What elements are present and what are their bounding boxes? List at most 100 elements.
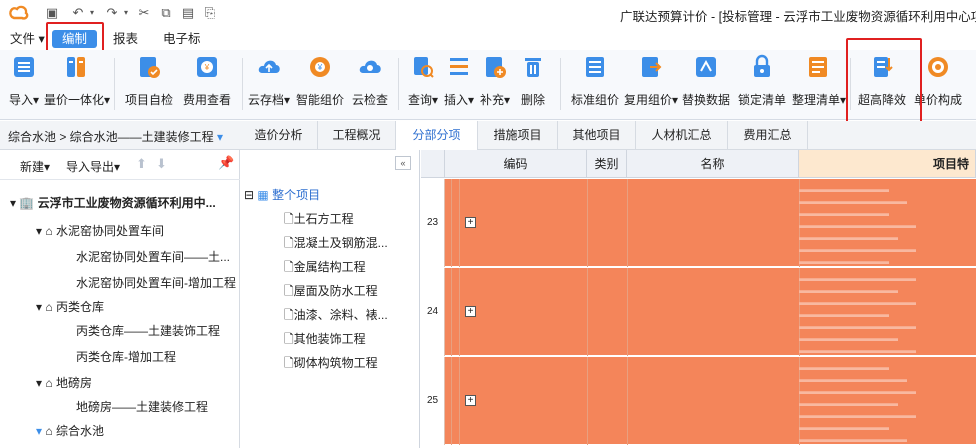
window-title: 广联达预算计价 - [投标管理 - 云浮市工业废物资源循环利用中心项 bbox=[620, 10, 976, 24]
tree-node-roof-waterproof[interactable]: 🗋屋面及防水工程 bbox=[284, 282, 378, 303]
document-icon: 🗋 bbox=[284, 212, 294, 226]
expand-icon[interactable]: + bbox=[465, 306, 476, 317]
chevron-down-icon: ▾ bbox=[284, 93, 291, 107]
copy-icon[interactable]: ⧉ bbox=[158, 5, 174, 21]
breadcrumb[interactable]: 综合水池 > 综合水池——土建装修工程 ▾ bbox=[8, 128, 223, 145]
column-header-name[interactable]: 名称 bbox=[627, 150, 799, 178]
move-down-icon[interactable]: ⬇ bbox=[156, 156, 167, 172]
tree-node-cement-workshop-civil[interactable]: 水泥窑协同处置车间——土... bbox=[76, 248, 230, 265]
cloud-save-icon bbox=[258, 60, 280, 73]
menu-report[interactable]: 报表 bbox=[113, 30, 138, 48]
column-header-feature[interactable]: 项目特征 bbox=[799, 150, 976, 199]
high-rise-highlight-box bbox=[846, 38, 922, 124]
table-row[interactable]: 23 + ▬▬▬▬▬▬▬▬▬▬ ▬▬▬▬▬▬▬▬▬▬▬▬ ▬▬▬▬▬▬▬▬▬▬ ▬▬▬… bbox=[421, 179, 976, 267]
ribbon-toolbar: 导入▾ 量价一体化▾ 项目自检 ¥ 费用查看 云存档▾ ¥ 智能组价 云检查 查… bbox=[0, 50, 976, 120]
cloud-save-button[interactable]: 云存档▾ bbox=[248, 54, 290, 114]
smart-pricing-icon: ¥ bbox=[310, 57, 330, 77]
tab-other-items[interactable]: 其他项目 bbox=[558, 121, 636, 150]
building-icon: 🏢 bbox=[19, 196, 35, 210]
ribbon-separator bbox=[114, 58, 115, 110]
tree-node-masonry[interactable]: 🗋砌体构筑物工程 bbox=[284, 354, 378, 375]
delete-button[interactable]: 删除 bbox=[518, 54, 548, 114]
quantity-price-label: 量价一体化 bbox=[44, 93, 105, 107]
tab-cost-analysis[interactable]: 造价分析 bbox=[240, 121, 318, 150]
document-icon: 🗋 bbox=[284, 236, 294, 250]
cut-icon[interactable]: ✂ bbox=[136, 5, 152, 21]
tab-measures[interactable]: 措施项目 bbox=[478, 121, 558, 150]
import-export-button[interactable]: 导入导出▾ bbox=[66, 158, 120, 175]
tree-node-whole-project[interactable]: ⊟ ▦ 整个项目 bbox=[244, 186, 320, 203]
tab-fee-summary[interactable]: 费用汇总 bbox=[728, 121, 808, 150]
title-bar: ▣ ↶ ▾ ↷ ▾ ✂ ⧉ ▤ ⎘ 广联达预算计价 - [投标管理 - 云浮市工… bbox=[0, 0, 976, 26]
chevron-down-icon: ▾ bbox=[32, 93, 40, 107]
menu-etender[interactable]: 电子标 bbox=[163, 30, 201, 48]
query-label: 查询 bbox=[408, 93, 433, 107]
organize-list-icon bbox=[809, 57, 827, 77]
tree-node-weighbridge-civil[interactable]: 地磅房——土建装修工程 bbox=[76, 398, 208, 415]
tab-project-overview[interactable]: 工程概况 bbox=[318, 121, 396, 150]
import-button[interactable]: 导入▾ bbox=[8, 54, 40, 114]
quantity-price-icon bbox=[67, 57, 85, 77]
bill-grid: 编码 类别 名称 项目特征 23 + ▬▬▬▬▬▬▬▬▬▬▬▬▬▬▬▬▬▬▬▬▬… bbox=[421, 150, 976, 448]
tab-labor-material-summary[interactable]: 人材机汇总 bbox=[636, 121, 728, 150]
collapse-panel-icon[interactable]: « bbox=[395, 156, 411, 170]
quantity-price-button[interactable]: 量价一体化▾ bbox=[44, 54, 110, 114]
tree-node-other-decoration[interactable]: 🗋其他装饰工程 bbox=[284, 330, 366, 351]
insert-button[interactable]: 插入▾ bbox=[444, 54, 474, 114]
expand-icon[interactable]: + bbox=[465, 217, 476, 228]
table-row[interactable]: 25 + ▬▬▬▬▬▬▬▬▬▬ ▬▬▬▬▬▬▬▬▬▬▬▬ ▬▬▬▬▬▬▬▬▬▬▬▬▬… bbox=[421, 357, 976, 445]
smart-pricing-button[interactable]: ¥ 智能组价 bbox=[294, 54, 346, 114]
project-tree-panel: 新建▾ 导入导出▾ ⬆ ⬇ 📌 ▾ 🏢 云浮市工业废物资源循环利用中... ▾ … bbox=[0, 150, 240, 448]
svg-text:¥: ¥ bbox=[204, 63, 210, 72]
reuse-pricing-icon bbox=[642, 57, 662, 77]
standard-pricing-button[interactable]: 标准组价 bbox=[570, 54, 620, 114]
tree-node-warehouse-extra[interactable]: 丙类仓库-增加工程 bbox=[76, 348, 176, 365]
undo-dropdown-icon[interactable]: ▾ bbox=[84, 5, 100, 21]
query-button[interactable]: 查询▾ bbox=[408, 54, 438, 114]
tree-node-earthwork[interactable]: 🗋土石方工程 bbox=[284, 210, 354, 231]
supplement-button[interactable]: 补充▾ bbox=[480, 54, 510, 114]
tabs-bar: 造价分析 工程概况 分部分项 措施项目 其他项目 人材机汇总 费用汇总 bbox=[240, 121, 976, 150]
format-painter-icon[interactable]: ⎘ bbox=[202, 5, 218, 21]
query-icon bbox=[414, 57, 434, 78]
fee-view-button[interactable]: ¥ 费用查看 bbox=[180, 54, 234, 114]
column-header-code[interactable]: 编码 bbox=[445, 150, 587, 178]
replace-data-button[interactable]: 替换数据 bbox=[680, 54, 732, 114]
delete-icon bbox=[525, 58, 541, 77]
column-header-type[interactable]: 类别 bbox=[587, 150, 627, 178]
fee-view-label: 费用查看 bbox=[182, 93, 231, 107]
tree-node-cement-workshop[interactable]: ▾ ⌂ 水泥窑协同处置车间 bbox=[36, 222, 164, 239]
organize-list-button[interactable]: 整理清单▾ bbox=[792, 54, 846, 114]
tab-division-items[interactable]: 分部分项 bbox=[396, 121, 478, 150]
paste-icon[interactable]: ▤ bbox=[180, 5, 196, 21]
lock-list-button[interactable]: 锁定清单 bbox=[736, 54, 788, 114]
fee-view-icon: ¥ bbox=[197, 57, 217, 77]
pin-icon[interactable]: 📌 bbox=[218, 155, 234, 171]
redo-dropdown-icon[interactable]: ▾ bbox=[118, 5, 134, 21]
menu-file[interactable]: 文件 ▾ bbox=[10, 30, 45, 48]
tree-node-concrete[interactable]: 🗋混凝土及钢筋混... bbox=[284, 234, 388, 255]
supplement-label: 补充 bbox=[480, 93, 505, 107]
home-icon: ⌂ bbox=[45, 300, 53, 314]
tree-node-weighbridge[interactable]: ▾ ⌂ 地磅房 bbox=[36, 374, 92, 391]
tree-node-metal-structure[interactable]: 🗋金属结构工程 bbox=[284, 258, 366, 279]
tree-node-warehouse[interactable]: ▾ ⌂ 丙类仓库 bbox=[36, 298, 104, 315]
row-number: 24 bbox=[421, 268, 445, 356]
home-icon: ⌂ bbox=[45, 376, 53, 390]
tree-node-pool[interactable]: ▾ ⌂ 综合水池 bbox=[36, 422, 104, 439]
home-icon: ⌂ bbox=[45, 224, 53, 238]
self-check-button[interactable]: 项目自检 bbox=[122, 54, 176, 114]
expand-icon[interactable]: + bbox=[465, 395, 476, 406]
cloud-check-button[interactable]: 云检查 bbox=[350, 54, 390, 114]
new-button[interactable]: 新建▾ bbox=[20, 158, 50, 175]
tree-node-project[interactable]: ▾ 🏢 云浮市工业废物资源循环利用中... bbox=[10, 194, 216, 211]
table-row[interactable]: 24 + ▬▬▬▬▬▬▬▬▬▬▬▬▬ ▬▬▬▬▬▬▬▬▬▬▬ ▬▬▬▬▬▬▬▬▬▬▬… bbox=[421, 268, 976, 356]
chevron-down-icon: ▾ bbox=[468, 93, 475, 107]
reuse-pricing-button[interactable]: 复用组价▾ bbox=[624, 54, 678, 114]
tree-node-paint-coating[interactable]: 🗋油漆、涂料、裱... bbox=[284, 306, 388, 327]
save-icon[interactable]: ▣ bbox=[44, 5, 60, 21]
breadcrumb-bar: 综合水池 > 综合水池——土建装修工程 ▾ bbox=[0, 121, 240, 150]
tree-node-warehouse-civil[interactable]: 丙类仓库——土建装饰工程 bbox=[76, 322, 220, 339]
move-up-icon[interactable]: ⬆ bbox=[136, 156, 147, 172]
tree-node-cement-workshop-extra[interactable]: 水泥窑协同处置车间-增加工程 bbox=[76, 274, 236, 291]
